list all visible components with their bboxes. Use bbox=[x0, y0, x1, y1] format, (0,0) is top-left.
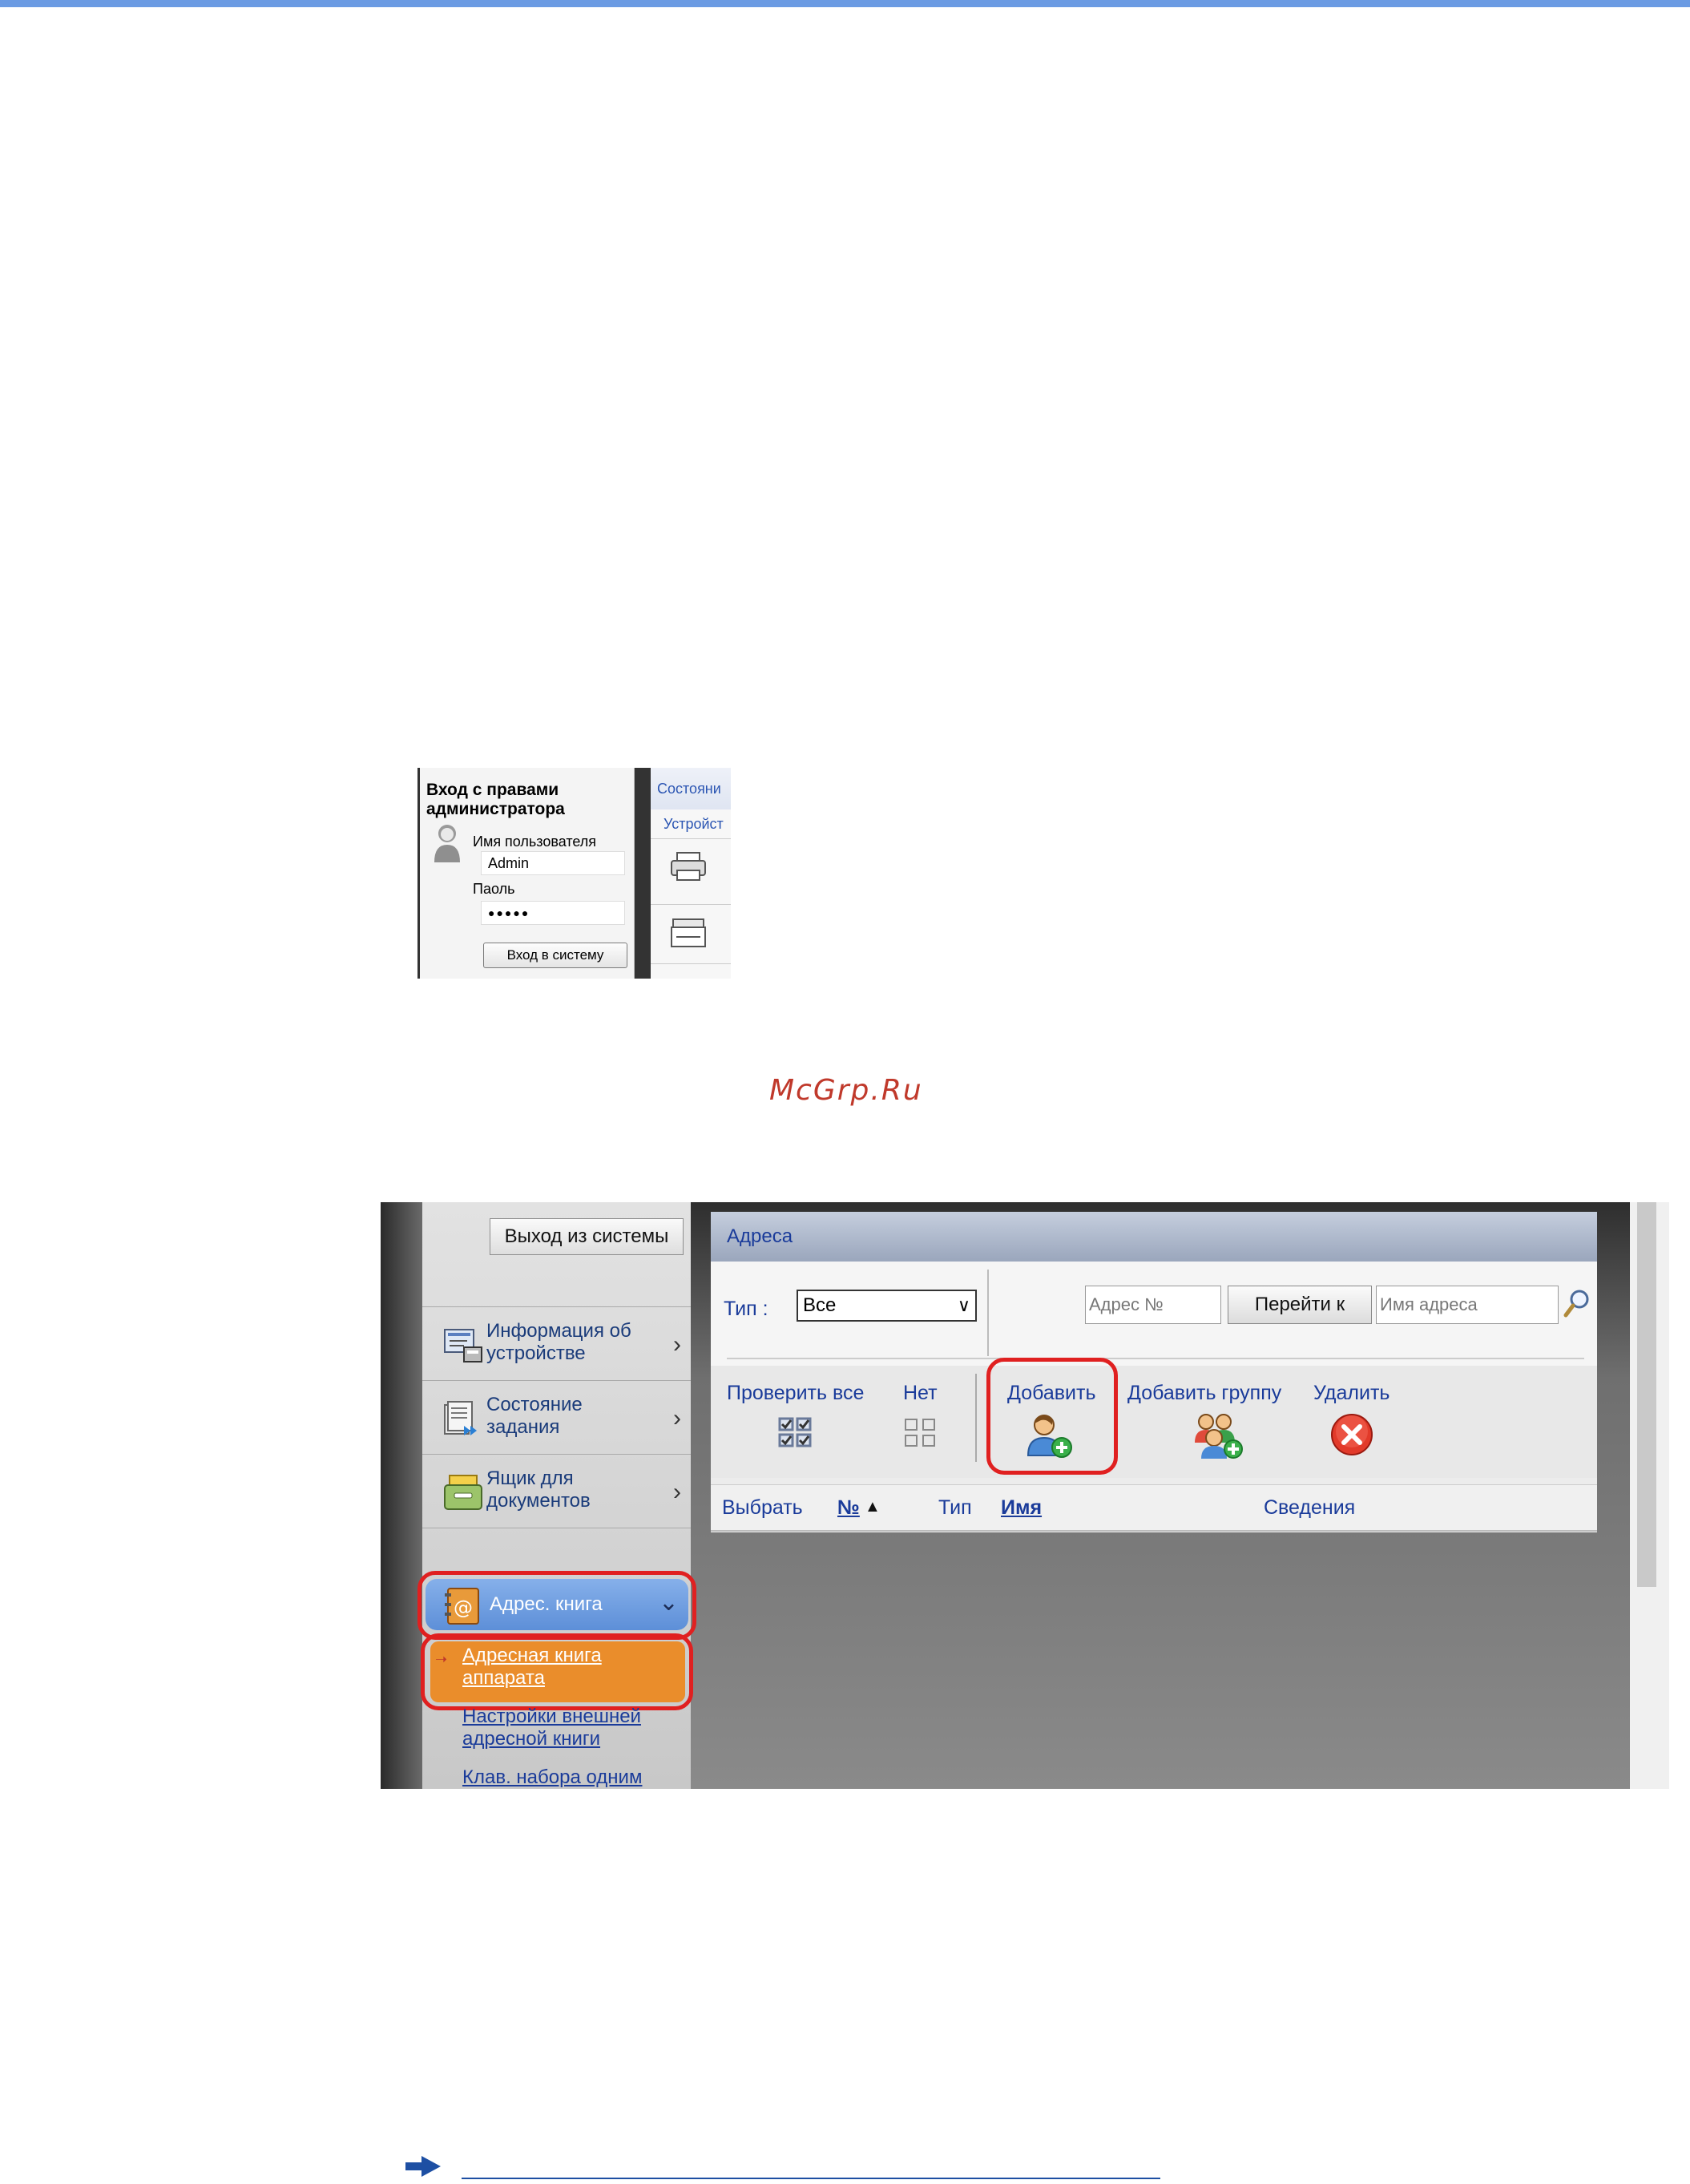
nav-job-status[interactable]: Состояние задания › bbox=[422, 1380, 691, 1454]
nav-document-box[interactable]: Ящик для документов › bbox=[422, 1454, 691, 1528]
chevron-down-icon: ∨ bbox=[957, 1295, 970, 1315]
add-group-button[interactable]: Добавить группу bbox=[1127, 1382, 1281, 1405]
password-label: Паоль bbox=[473, 881, 515, 897]
device-info-icon bbox=[444, 1329, 482, 1362]
type-select[interactable]: Все ∨ bbox=[797, 1290, 977, 1322]
search-icon[interactable] bbox=[1563, 1289, 1591, 1319]
type-select-value: Все bbox=[803, 1294, 837, 1316]
reference-link-line[interactable] bbox=[462, 2178, 1160, 2179]
left-frame bbox=[381, 1202, 422, 1789]
address-name-input[interactable]: Имя адреса bbox=[1376, 1286, 1559, 1324]
login-screenshot: Вход с правами администратора Имя пользо… bbox=[417, 768, 731, 979]
goto-button[interactable]: Перейти к bbox=[1228, 1286, 1372, 1324]
type-label: Тип : bbox=[724, 1298, 768, 1320]
document-box-icon bbox=[444, 1475, 482, 1510]
address-number-input[interactable]: Адрес № bbox=[1085, 1286, 1221, 1324]
uncheck-all-button[interactable]: Нет bbox=[903, 1382, 938, 1405]
scrollbar-thumb[interactable] bbox=[1637, 1202, 1656, 1587]
login-row-divider bbox=[651, 838, 731, 839]
chevron-right-icon: › bbox=[673, 1405, 681, 1431]
chevron-right-icon: › bbox=[673, 1479, 681, 1505]
action-row: Проверить все Нет Добавить Добавить груп… bbox=[711, 1358, 1597, 1478]
sort-ascending-icon: ▲ bbox=[865, 1498, 881, 1516]
table-header: Выбрать № ▲ Тип Имя Сведения bbox=[711, 1484, 1597, 1532]
username-label: Имя пользователя bbox=[473, 834, 597, 850]
address-book-screenshot: Выход из системы Информация об устройств… bbox=[381, 1202, 1669, 1789]
reference-arrow-icon bbox=[405, 2156, 441, 2177]
job-status-icon bbox=[444, 1401, 477, 1435]
login-button[interactable]: Вход в систему bbox=[483, 943, 627, 968]
top-accent-bar bbox=[0, 0, 1690, 7]
subnav-one-touch[interactable]: Клав. набора одним bbox=[462, 1766, 671, 1789]
addresses-panel: Адреса Тип : Все ∨ Адрес № Перейти к Имя… bbox=[711, 1212, 1597, 1532]
tab-status[interactable]: Состояни bbox=[651, 768, 731, 809]
column-name[interactable]: Имя bbox=[1001, 1496, 1042, 1520]
filter-row: Тип : Все ∨ Адрес № Перейти к Имя адреса bbox=[711, 1262, 1597, 1366]
column-select: Выбрать bbox=[722, 1496, 803, 1519]
chevron-right-icon: › bbox=[673, 1331, 681, 1358]
highlight-ring bbox=[421, 1633, 693, 1710]
user-avatar-icon bbox=[434, 825, 460, 862]
divider bbox=[727, 1358, 1584, 1359]
divider bbox=[987, 1270, 989, 1356]
column-type: Тип bbox=[938, 1496, 972, 1519]
check-all-icon[interactable] bbox=[778, 1417, 813, 1449]
delete-button[interactable]: Удалить bbox=[1313, 1382, 1390, 1405]
uncheck-all-icon[interactable] bbox=[903, 1417, 938, 1449]
nav-device-info[interactable]: Информация об устройстве › bbox=[422, 1306, 691, 1380]
username-input[interactable]: Admin bbox=[481, 851, 625, 875]
watermark: McGrp.Ru bbox=[769, 1074, 923, 1107]
login-row-divider bbox=[651, 963, 731, 964]
nav-job-status-label: Состояние задания bbox=[486, 1394, 583, 1438]
login-panel: Вход с правами администратора Имя пользо… bbox=[420, 768, 635, 979]
panel-title: Адреса bbox=[711, 1212, 1597, 1262]
nav-device-info-label: Информация об устройстве bbox=[486, 1320, 631, 1364]
highlight-ring bbox=[986, 1358, 1118, 1475]
check-all-button[interactable]: Проверить все bbox=[727, 1382, 864, 1405]
password-input[interactable]: ●●●●● bbox=[481, 901, 625, 925]
login-divider bbox=[635, 768, 651, 979]
subtab-device[interactable]: Устройст bbox=[651, 816, 731, 833]
nav-document-box-label: Ящик для документов bbox=[486, 1467, 591, 1512]
login-row-divider bbox=[651, 904, 731, 905]
column-number[interactable]: № bbox=[837, 1496, 860, 1520]
login-title: Вход с правами администратора bbox=[426, 781, 565, 818]
delete-icon[interactable] bbox=[1329, 1412, 1374, 1457]
column-details: Сведения bbox=[1264, 1496, 1356, 1519]
printer-icon bbox=[671, 852, 706, 881]
divider bbox=[975, 1374, 977, 1462]
add-group-icon[interactable] bbox=[1192, 1411, 1246, 1460]
logout-button[interactable]: Выход из системы bbox=[490, 1218, 684, 1255]
highlight-ring bbox=[417, 1571, 696, 1640]
subnav-external-address-book[interactable]: Настройки внешней адресной книги bbox=[462, 1706, 671, 1750]
scanner-icon bbox=[671, 918, 706, 947]
